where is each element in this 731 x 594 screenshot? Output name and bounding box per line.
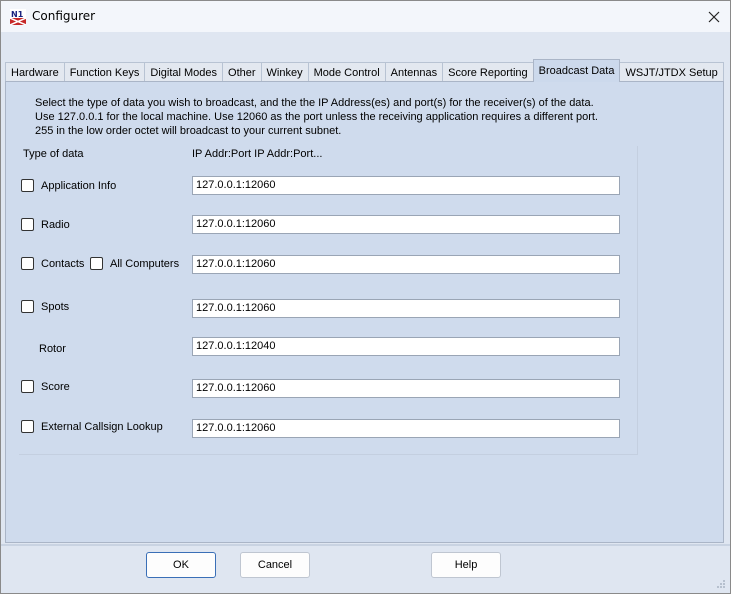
svg-text:N1: N1 xyxy=(11,10,24,19)
resize-grip-icon[interactable] xyxy=(716,579,726,589)
rotor-ip-input[interactable]: 127.0.0.1:12040 xyxy=(192,337,620,356)
tab-winkey[interactable]: Winkey xyxy=(260,62,309,82)
radio-ip-input[interactable]: 127.0.0.1:12060 xyxy=(192,215,620,234)
tab-digital-modes[interactable]: Digital Modes xyxy=(144,62,224,82)
external-callsign-lookup-checkbox[interactable] xyxy=(21,420,34,433)
radio-checkbox[interactable] xyxy=(21,218,34,231)
spots-label: Spots xyxy=(41,300,70,313)
application-info-label: Application Info xyxy=(41,179,117,192)
spots-checkbox[interactable] xyxy=(21,300,34,313)
rotor-label: Rotor xyxy=(39,343,66,355)
radio-label: Radio xyxy=(41,218,70,231)
description-line: Use 127.0.0.1 for the local machine. Use… xyxy=(35,111,598,123)
description-line: 255 in the low order octet will broadcas… xyxy=(35,125,342,137)
tab-broadcast-data[interactable]: Broadcast Data xyxy=(532,59,621,82)
application-info-checkbox[interactable] xyxy=(21,179,34,192)
close-icon xyxy=(708,11,720,22)
window-title: Configurer xyxy=(32,9,96,23)
spots-ip-input[interactable]: 127.0.0.1:12060 xyxy=(192,299,620,318)
cancel-button[interactable]: Cancel xyxy=(240,552,310,578)
tab-hardware[interactable]: Hardware xyxy=(5,62,65,82)
description-line: Select the type of data you wish to broa… xyxy=(35,97,594,109)
score-checkbox[interactable] xyxy=(21,380,34,393)
spots-option[interactable]: Spots xyxy=(21,300,69,313)
tab-score-reporting[interactable]: Score Reporting xyxy=(442,62,534,82)
score-option[interactable]: Score xyxy=(21,380,70,393)
tab-mode-control[interactable]: Mode Control xyxy=(307,62,386,82)
footer-divider xyxy=(1,544,730,546)
application-info-option[interactable]: Application Info xyxy=(21,179,116,192)
contacts-checkbox[interactable] xyxy=(21,257,34,270)
contacts-label: Contacts xyxy=(41,257,85,270)
external-callsign-lookup-label: External Callsign Lookup xyxy=(41,420,163,433)
application-info-ip-input[interactable]: 127.0.0.1:12060 xyxy=(192,176,620,195)
tab-wsjt-jtdx-setup[interactable]: WSJT/JTDX Setup xyxy=(619,62,724,82)
all-computers-checkbox[interactable] xyxy=(90,257,103,270)
close-button[interactable] xyxy=(699,3,729,30)
radio-option[interactable]: Radio xyxy=(21,218,70,231)
score-label: Score xyxy=(41,380,70,393)
score-ip-input[interactable]: 127.0.0.1:12060 xyxy=(192,379,620,398)
contacts-ip-input[interactable]: 127.0.0.1:12060 xyxy=(192,255,620,274)
external-callsign-lookup-ip-input[interactable]: 127.0.0.1:12060 xyxy=(192,419,620,438)
broadcast-data-panel: Select the type of data you wish to broa… xyxy=(5,81,724,543)
help-button[interactable]: Help xyxy=(431,552,501,578)
ok-button[interactable]: OK xyxy=(146,552,216,578)
rotor-row: Rotor xyxy=(39,343,66,355)
external-callsign-lookup-option[interactable]: External Callsign Lookup xyxy=(21,420,163,433)
all-computers-label: All Computers xyxy=(110,257,180,270)
tab-strip: Hardware Function Keys Digital Modes Oth… xyxy=(5,59,724,82)
description-text: Select the type of data you wish to broa… xyxy=(35,96,598,138)
tab-function-keys[interactable]: Function Keys xyxy=(63,62,146,82)
type-of-data-header: Type of data xyxy=(23,148,84,160)
configurer-window: N1 Configurer Hardware Function Keys Dig… xyxy=(0,0,731,594)
ip-addr-header: IP Addr:Port IP Addr:Port... xyxy=(192,148,323,160)
tab-antennas[interactable]: Antennas xyxy=(384,62,444,82)
contacts-option[interactable]: Contacts xyxy=(21,257,84,270)
app-icon: N1 xyxy=(9,9,27,26)
title-bar: N1 Configurer xyxy=(1,1,730,32)
all-computers-option[interactable]: All Computers xyxy=(90,257,179,270)
tab-other[interactable]: Other xyxy=(222,62,262,82)
